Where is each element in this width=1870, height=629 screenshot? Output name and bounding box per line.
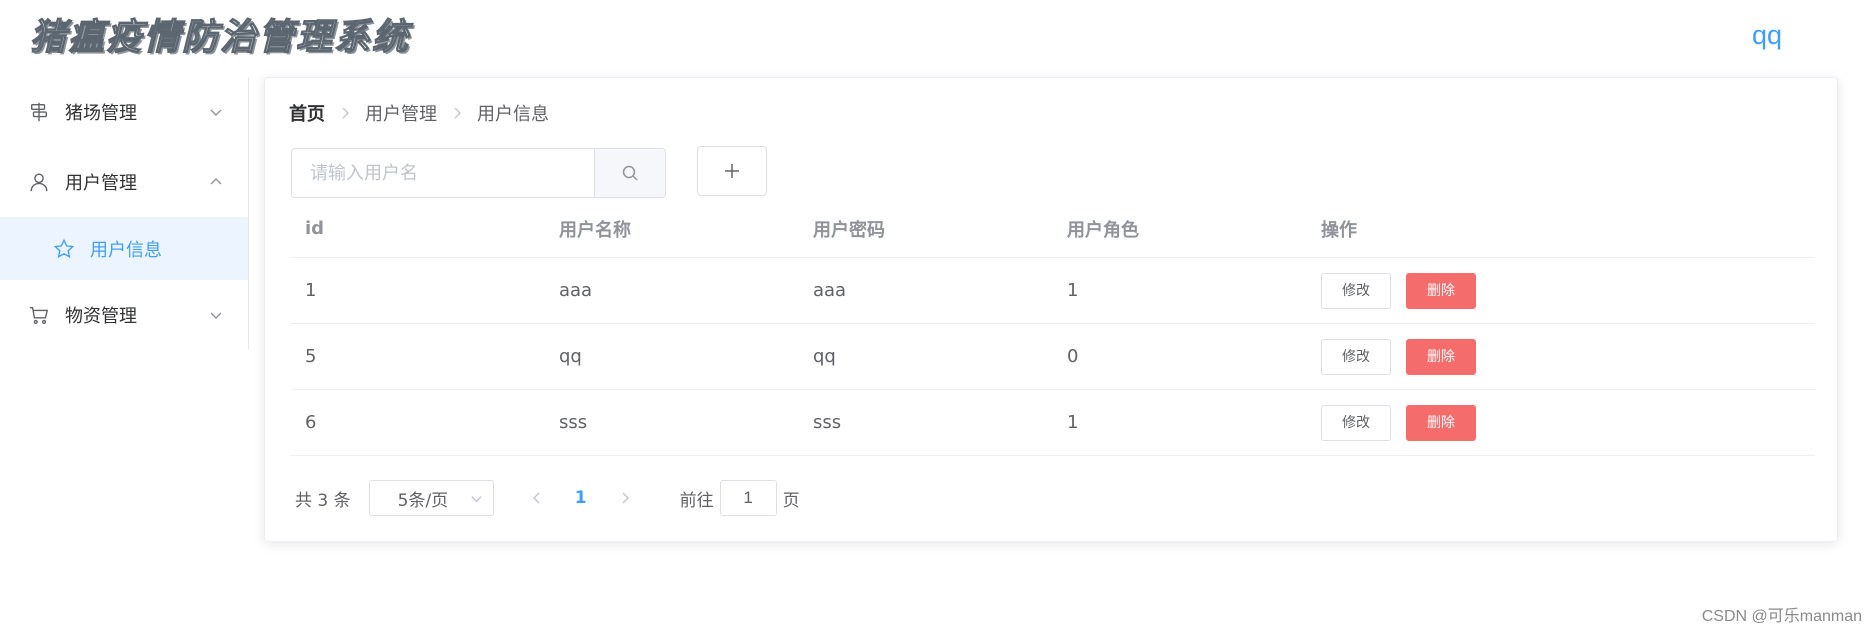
column-header-id: id — [291, 200, 545, 258]
sidebar-item-label: 物资管理 — [65, 306, 137, 327]
cell-password: sss — [799, 389, 1053, 456]
breadcrumb-user-info: 用户信息 — [477, 104, 549, 125]
sidebar-subitem-label: 用户信息 — [90, 239, 162, 261]
goto-suffix: 页 — [782, 490, 800, 511]
cell-password: aaa — [799, 257, 1053, 324]
user-table: id 用户名称 用户密码 用户角色 操作 1 aaa aaa 1 修改 删除 5 … — [291, 200, 1815, 456]
search-icon — [622, 165, 638, 181]
sidebar-item-label: 猪场管理 — [65, 103, 137, 124]
page-size-value: 5条/页 — [397, 490, 449, 511]
app-title: 猪瘟疫情防治管理系统 — [29, 15, 411, 58]
cell-username: qq — [545, 323, 799, 390]
next-page-icon[interactable] — [618, 491, 632, 505]
edit-button[interactable]: 修改 — [1321, 272, 1391, 309]
user-icon — [30, 173, 48, 192]
cell-actions: 修改 删除 — [1307, 257, 1815, 324]
search-input[interactable] — [292, 149, 594, 197]
chevron-right-icon — [454, 107, 461, 119]
delete-button[interactable]: 删除 — [1406, 404, 1476, 441]
cell-id: 6 — [291, 389, 545, 456]
delete-button[interactable]: 删除 — [1406, 338, 1476, 375]
sidebar-item-pig-farm[interactable]: 猪场管理 — [0, 77, 248, 147]
page-size-select[interactable]: 5条/页 — [368, 480, 494, 516]
edit-button[interactable]: 修改 — [1321, 338, 1391, 375]
chevron-down-icon — [210, 312, 222, 319]
pagination-total: 共 3 条 — [295, 490, 351, 511]
breadcrumb-home[interactable]: 首页 — [289, 100, 325, 126]
chevron-down-icon — [471, 496, 482, 503]
cell-id: 1 — [291, 257, 545, 324]
table-row: 1 aaa aaa 1 修改 删除 — [291, 257, 1815, 324]
prev-page-icon[interactable] — [530, 491, 544, 505]
cell-actions: 修改 删除 — [1307, 323, 1815, 390]
sidebar-subitem-user-info[interactable]: 用户信息 — [0, 217, 248, 280]
table-header-row: id 用户名称 用户密码 用户角色 操作 — [291, 200, 1815, 258]
edit-button[interactable]: 修改 — [1321, 404, 1391, 441]
column-header-username: 用户名称 — [545, 200, 799, 258]
search-button[interactable] — [594, 149, 665, 197]
cell-id: 5 — [291, 323, 545, 390]
current-user-name[interactable]: qq — [1752, 20, 1782, 51]
page-number-current[interactable]: 1 — [566, 488, 596, 508]
column-header-role: 用户角色 — [1053, 200, 1307, 258]
chevron-right-icon — [342, 107, 349, 119]
goto-page-input[interactable] — [719, 480, 777, 516]
delete-button[interactable]: 删除 — [1406, 272, 1476, 309]
add-user-button[interactable] — [697, 146, 767, 196]
sidebar-item-user-management[interactable]: 用户管理 — [0, 147, 248, 217]
sidebar-item-supplies[interactable]: 物资管理 — [0, 280, 248, 350]
breadcrumb-user-management: 用户管理 — [365, 104, 437, 125]
pagination: 共 3 条 5条/页 1 前往 页 — [295, 480, 800, 516]
main-card: 首页 用户管理 用户信息 id 用户名称 用户密码 用户角 — [264, 77, 1838, 542]
chevron-down-icon — [210, 109, 222, 116]
cell-password: qq — [799, 323, 1053, 390]
sidebar-item-label: 用户管理 — [65, 173, 137, 194]
table-row: 5 qq qq 0 修改 删除 — [291, 323, 1815, 390]
column-header-actions: 操作 — [1307, 200, 1815, 258]
table-row: 6 sss sss 1 修改 删除 — [291, 389, 1815, 456]
cell-role: 1 — [1053, 257, 1307, 324]
chevron-up-icon — [210, 178, 222, 185]
cell-username: aaa — [545, 257, 799, 324]
breadcrumb: 首页 用户管理 用户信息 — [289, 98, 549, 128]
cart-icon — [29, 306, 49, 324]
sidebar-menu: 猪场管理 用户管理 用户信息 物资管理 — [0, 77, 249, 349]
star-icon — [53, 238, 75, 258]
goto-label: 前往 — [679, 490, 714, 511]
signpost-icon — [30, 102, 48, 122]
cell-actions: 修改 删除 — [1307, 389, 1815, 456]
watermark: CSDN @可乐manman — [1701, 608, 1862, 625]
column-header-password: 用户密码 — [799, 200, 1053, 258]
cell-username: sss — [545, 389, 799, 456]
cell-role: 1 — [1053, 389, 1307, 456]
cell-role: 0 — [1053, 323, 1307, 390]
plus-icon — [725, 164, 739, 178]
search-box — [291, 148, 666, 198]
